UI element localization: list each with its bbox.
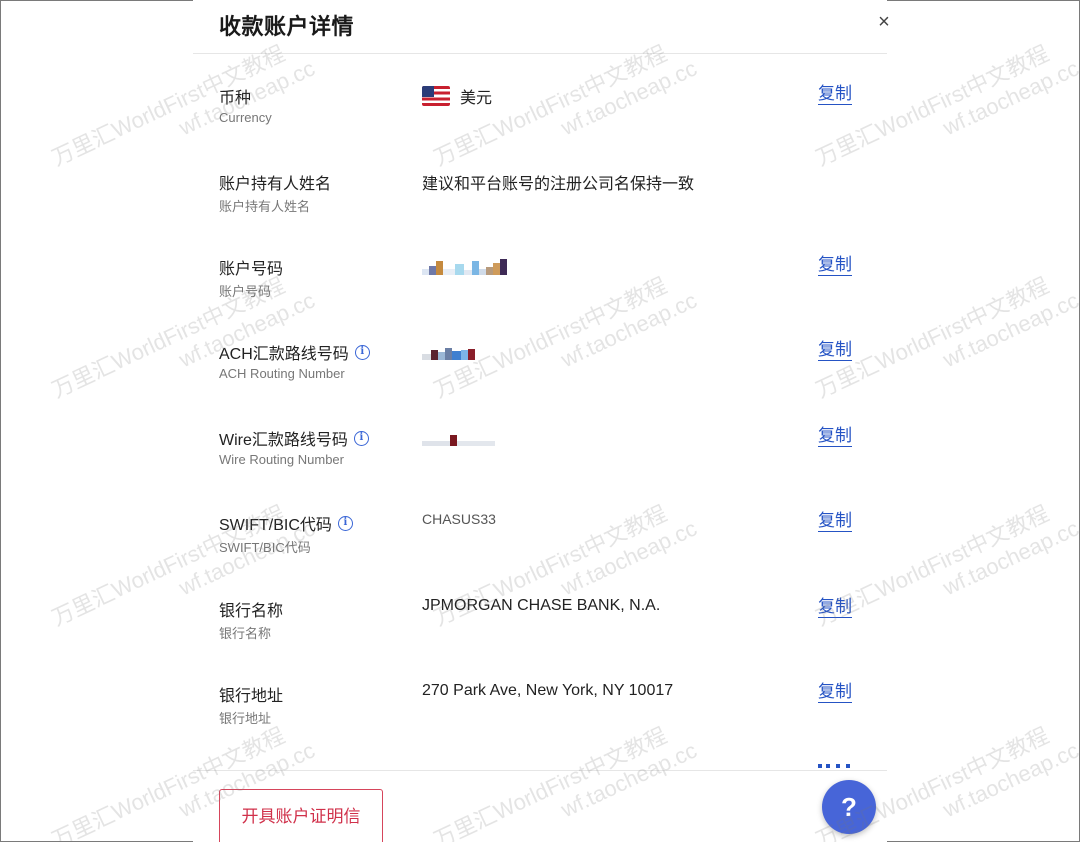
redaction-mosaic: [422, 342, 475, 360]
row-label: ACH汇款路线号码 i: [219, 340, 370, 364]
info-icon[interactable]: i: [337, 515, 353, 531]
row-value: 建议和平台账号的注册公司名保持一致: [422, 176, 695, 193]
copy-button[interactable]: 复制: [818, 511, 852, 532]
row-value: 美元: [422, 84, 492, 108]
row-label: 银行地址: [219, 688, 284, 705]
row-label: 币种: [219, 90, 252, 107]
row-label: Wire汇款路线号码 i: [219, 426, 369, 450]
row-label: SWIFT/BIC代码 i: [219, 511, 353, 535]
copy-button[interactable]: 复制: [818, 340, 852, 361]
copy-button[interactable]: 复制: [818, 255, 852, 276]
account-details-modal: 收款账户详情 × 币种 Currency 美元 复制 账户持有人姓名 账户持有人…: [193, 0, 890, 842]
help-button[interactable]: ?: [822, 780, 876, 834]
row-wire-routing: Wire汇款路线号码 i Wire Routing Number 复制: [193, 426, 887, 512]
redacted-value: [422, 342, 475, 360]
row-value: CHASUS33: [422, 511, 496, 527]
row-sublabel: 银行地址: [219, 711, 272, 726]
row-swift-bic: SWIFT/BIC代码 i SWIFT/BIC代码 CHASUS33 复制: [193, 511, 887, 597]
row-sublabel: Currency: [219, 110, 272, 125]
row-label-text: SWIFT/BIC代码: [219, 517, 332, 534]
close-icon[interactable]: ×: [873, 10, 895, 34]
row-ach-routing: ACH汇款路线号码 i ACH Routing Number 复制: [193, 340, 887, 426]
row-account-number: 账户号码 账户号码 复制: [193, 255, 887, 341]
row-sublabel: ACH Routing Number: [219, 366, 345, 381]
copy-button[interactable]: 复制: [818, 682, 852, 703]
row-sublabel: 银行名称: [219, 626, 272, 641]
row-bank-name: 银行名称 银行名称 JPMORGAN CHASE BANK, N.A. 复制: [193, 597, 887, 683]
row-label: 账户号码: [219, 261, 284, 278]
currency-value: 美元: [460, 90, 493, 107]
row-label: 账户持有人姓名: [219, 176, 332, 193]
row-label: 银行名称: [219, 603, 284, 620]
row-sublabel: Wire Routing Number: [219, 452, 344, 467]
redacted-value: [422, 428, 495, 446]
info-icon[interactable]: i: [353, 430, 369, 446]
row-bank-address: 银行地址 银行地址 270 Park Ave, New York, NY 100…: [193, 682, 887, 768]
account-certificate-button[interactable]: 开具账户证明信: [219, 789, 383, 842]
info-icon[interactable]: i: [354, 344, 370, 360]
row-account-holder: 账户持有人姓名 账户持有人姓名 建议和平台账号的注册公司名保持一致: [193, 170, 887, 256]
row-value: 270 Park Ave, New York, NY 10017: [422, 682, 674, 699]
row-currency: 币种 Currency 美元 复制: [193, 84, 887, 170]
modal-title: 收款账户详情: [219, 14, 355, 39]
redaction-mosaic: [422, 257, 507, 275]
row-sublabel: 账户号码: [219, 284, 272, 299]
copy-button[interactable]: 复制: [818, 84, 852, 105]
footer-divider: [193, 770, 887, 771]
row-sublabel: SWIFT/BIC代码: [219, 540, 311, 555]
copy-button[interactable]: 复制: [818, 597, 852, 618]
copy-button[interactable]: 复制: [818, 426, 852, 447]
us-flag-icon: [422, 86, 450, 106]
row-label-text: ACH汇款路线号码: [219, 346, 349, 363]
header-divider: [193, 53, 887, 54]
row-value: JPMORGAN CHASE BANK, N.A.: [422, 597, 661, 614]
redaction-mosaic: [422, 428, 495, 446]
redacted-value: [422, 257, 507, 275]
row-label-text: Wire汇款路线号码: [219, 432, 348, 449]
row-sublabel: 账户持有人姓名: [219, 199, 311, 214]
